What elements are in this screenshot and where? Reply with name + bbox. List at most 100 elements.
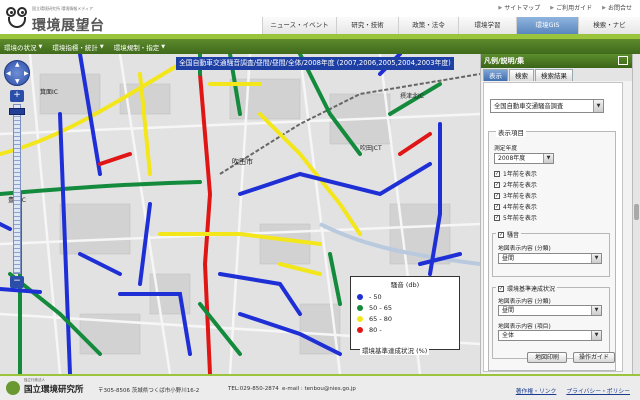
- arrow-right-icon[interactable]: ▶: [24, 70, 29, 77]
- footer-email[interactable]: e-mail : tenbou@nies.go.jp: [282, 386, 356, 392]
- menu-environment-regulation[interactable]: 環境規制・指定 ▼: [114, 42, 165, 52]
- zoom-slider-thumb[interactable]: [9, 108, 25, 115]
- zoom-in-button[interactable]: +: [10, 90, 24, 102]
- checkbox-checked-icon: ✓: [494, 170, 500, 177]
- legend-panel: 凡例/説明/集 表示 検索 検索結果 全国自動車交通騒音調査 ▼ 表示項目 測定…: [480, 54, 632, 374]
- panel-header: 凡例/説明/集: [481, 54, 632, 68]
- map-label-settsu: 摂津北IC: [400, 92, 424, 100]
- nav-tab-gis[interactable]: 環境GIS: [516, 17, 578, 34]
- nies-logo-icon: [6, 381, 20, 395]
- standard-check[interactable]: ✓ 環境基準達成状況: [496, 284, 558, 293]
- menu-environment-status[interactable]: 環境の状況 ▼: [4, 42, 42, 52]
- legend-item: 80 -: [355, 324, 455, 335]
- year-check-1[interactable]: ✓ 1年前を表示: [494, 169, 537, 178]
- legend-swatch: [357, 304, 363, 311]
- map-legend: 騒音 (db) - 50 50 - 65 65 - 80 80 -: [350, 276, 460, 350]
- chevron-down-icon: ▼: [99, 43, 104, 50]
- map-title: 全国自動車交通騒音調査/昼間/昼間/全体/2008年度 (2007,2006,2…: [176, 57, 454, 70]
- util-link-sitemap[interactable]: ▶ サイトマップ: [498, 3, 540, 13]
- standard-item-select[interactable]: 全体 ▼: [498, 330, 602, 341]
- print-map-button[interactable]: 地図印刷: [527, 352, 567, 363]
- year-label: 測定年度: [494, 146, 518, 152]
- logo-title: 環境展望台: [32, 18, 105, 34]
- nav-tab-learning[interactable]: 環境学習: [458, 17, 516, 34]
- year-check-5[interactable]: ✓ 5年前を表示: [494, 213, 537, 222]
- standard-class-select[interactable]: 昼間 ▼: [498, 305, 602, 316]
- legend-swatch: [357, 293, 363, 300]
- site-header: 国立環境研究所 環境情報メディア 環境展望台 ▶ サイトマップ ▶ ご利用ガイド ▶…: [0, 0, 640, 34]
- chevron-down-icon: ▼: [161, 43, 166, 50]
- tab-search[interactable]: 検索: [509, 69, 534, 81]
- nav-tab-research[interactable]: 研究・技術: [336, 17, 398, 34]
- footer-tel: TEL:029-850-2874: [228, 386, 279, 392]
- tab-display[interactable]: 表示: [483, 69, 508, 81]
- footer-link-privacy[interactable]: プライバシー・ポリシー: [566, 386, 630, 395]
- panel-body: 全国自動車交通騒音調査 ▼ 表示項目 測定年度 2008年度 ▼ ✓ 1年前を表示…: [483, 82, 623, 372]
- legend-item: 50 - 65: [355, 302, 455, 313]
- panel-splitter[interactable]: [632, 54, 640, 374]
- nav-tab-policy[interactable]: 政策・法令: [398, 17, 458, 34]
- checkbox-checked-icon: ✓: [498, 285, 504, 292]
- pan-control[interactable]: ▲ ▼ ◀ ▶: [4, 60, 30, 86]
- splitter-handle[interactable]: [634, 204, 639, 220]
- noise-content-select[interactable]: 昼間 ▼: [498, 253, 602, 264]
- checkbox-checked-icon: ✓: [494, 214, 500, 221]
- arrow-left-icon[interactable]: ◀: [6, 70, 11, 77]
- year-select[interactable]: 2008年度 ▼: [494, 153, 554, 164]
- legend-title: 騒音 (db): [390, 281, 420, 289]
- window-icon[interactable]: [618, 56, 628, 65]
- nav-tab-news[interactable]: ニュース・イベント: [262, 17, 336, 34]
- legend-swatch: [357, 315, 363, 322]
- zoom-slider[interactable]: [13, 104, 21, 274]
- arrow-right-icon: ▶: [602, 4, 606, 11]
- chevron-down-icon: ▼: [593, 100, 603, 112]
- arrow-right-icon: ▶: [498, 4, 503, 11]
- noise-check[interactable]: ✓ 騒音: [496, 230, 522, 239]
- map-label-suita-jct: 吹田JCT: [360, 144, 382, 152]
- standard-item-label: 地図表示内容 (項目): [498, 324, 551, 330]
- chevron-down-icon: ▼: [591, 254, 601, 263]
- checkbox-checked-icon: ✓: [494, 181, 500, 188]
- footer-address: 〒305-8506 茨城県つくば市小野川16-2: [98, 388, 200, 394]
- checkbox-checked-icon: ✓: [494, 203, 500, 210]
- footer-link-copyright[interactable]: 著作権・リンク: [516, 386, 557, 395]
- gis-map[interactable]: 吹田市 箕面IC 豊中IC 吹田JCT 摂津北IC 全国自動車交通騒音調査/昼間…: [0, 54, 480, 374]
- nav-tab-search[interactable]: 検索・ナビ: [578, 17, 640, 34]
- map-label-suita: 吹田市: [232, 157, 253, 166]
- arrow-up-icon[interactable]: ▲: [15, 61, 20, 68]
- legend-footer: 環境基準達成状況 (%): [360, 345, 430, 355]
- menu-environment-index[interactable]: 環境指標・統計 ▼: [52, 42, 103, 52]
- checkbox-checked-icon: ✓: [494, 192, 500, 199]
- chevron-down-icon: ▼: [591, 331, 601, 340]
- survey-select[interactable]: 全国自動車交通騒音調査 ▼: [490, 99, 604, 113]
- site-footer: 独立行政法人 国立環境研究所 〒305-8506 茨城県つくば市小野川16-2 …: [0, 374, 640, 400]
- util-link-guide[interactable]: ▶ ご利用ガイド: [550, 3, 592, 13]
- util-link-contact[interactable]: ▶ お問合せ: [602, 3, 632, 13]
- arrow-down-icon[interactable]: ▼: [15, 78, 20, 85]
- legend-item: - 50: [355, 291, 455, 302]
- tab-search-results[interactable]: 検索結果: [535, 69, 573, 81]
- display-items-title: 表示項目: [496, 127, 526, 137]
- standard-class-label: 地図表示内容 (分類): [498, 299, 551, 305]
- arrow-right-icon: ▶: [550, 4, 555, 11]
- logo-face-icon: [6, 6, 28, 28]
- legend-swatch: [357, 326, 363, 333]
- chevron-down-icon: ▼: [543, 154, 553, 163]
- chevron-down-icon: ▼: [38, 43, 43, 50]
- noise-content-label: 地図表示内容 (分類): [498, 246, 551, 252]
- legend-item: 65 - 80: [355, 313, 455, 324]
- panel-tabs: 表示 検索 検索結果: [481, 68, 632, 81]
- utility-links: ▶ サイトマップ ▶ ご利用ガイド ▶ お問合せ: [498, 3, 632, 13]
- site-logo[interactable]: 国立環境研究所 環境情報メディア 環境展望台: [6, 4, 136, 34]
- operation-guide-button[interactable]: 操作ガイド: [573, 352, 615, 363]
- chevron-down-icon: ▼: [591, 306, 601, 315]
- year-check-4[interactable]: ✓ 4年前を表示: [494, 202, 537, 211]
- year-check-2[interactable]: ✓ 2年前を表示: [494, 180, 537, 189]
- footer-links: 著作権・リンク プライバシー・ポリシー: [516, 386, 630, 395]
- year-check-3[interactable]: ✓ 3年前を表示: [494, 191, 537, 200]
- zoom-out-button[interactable]: −: [10, 276, 24, 288]
- main-nav: ニュース・イベント 研究・技術 政策・法令 環境学習 環境GIS 検索・ナビ: [262, 17, 640, 34]
- checkbox-checked-icon: ✓: [498, 231, 504, 238]
- footer-org-name: 国立環境研究所: [24, 385, 84, 395]
- map-label-minoh-ic: 箕面IC: [40, 88, 58, 96]
